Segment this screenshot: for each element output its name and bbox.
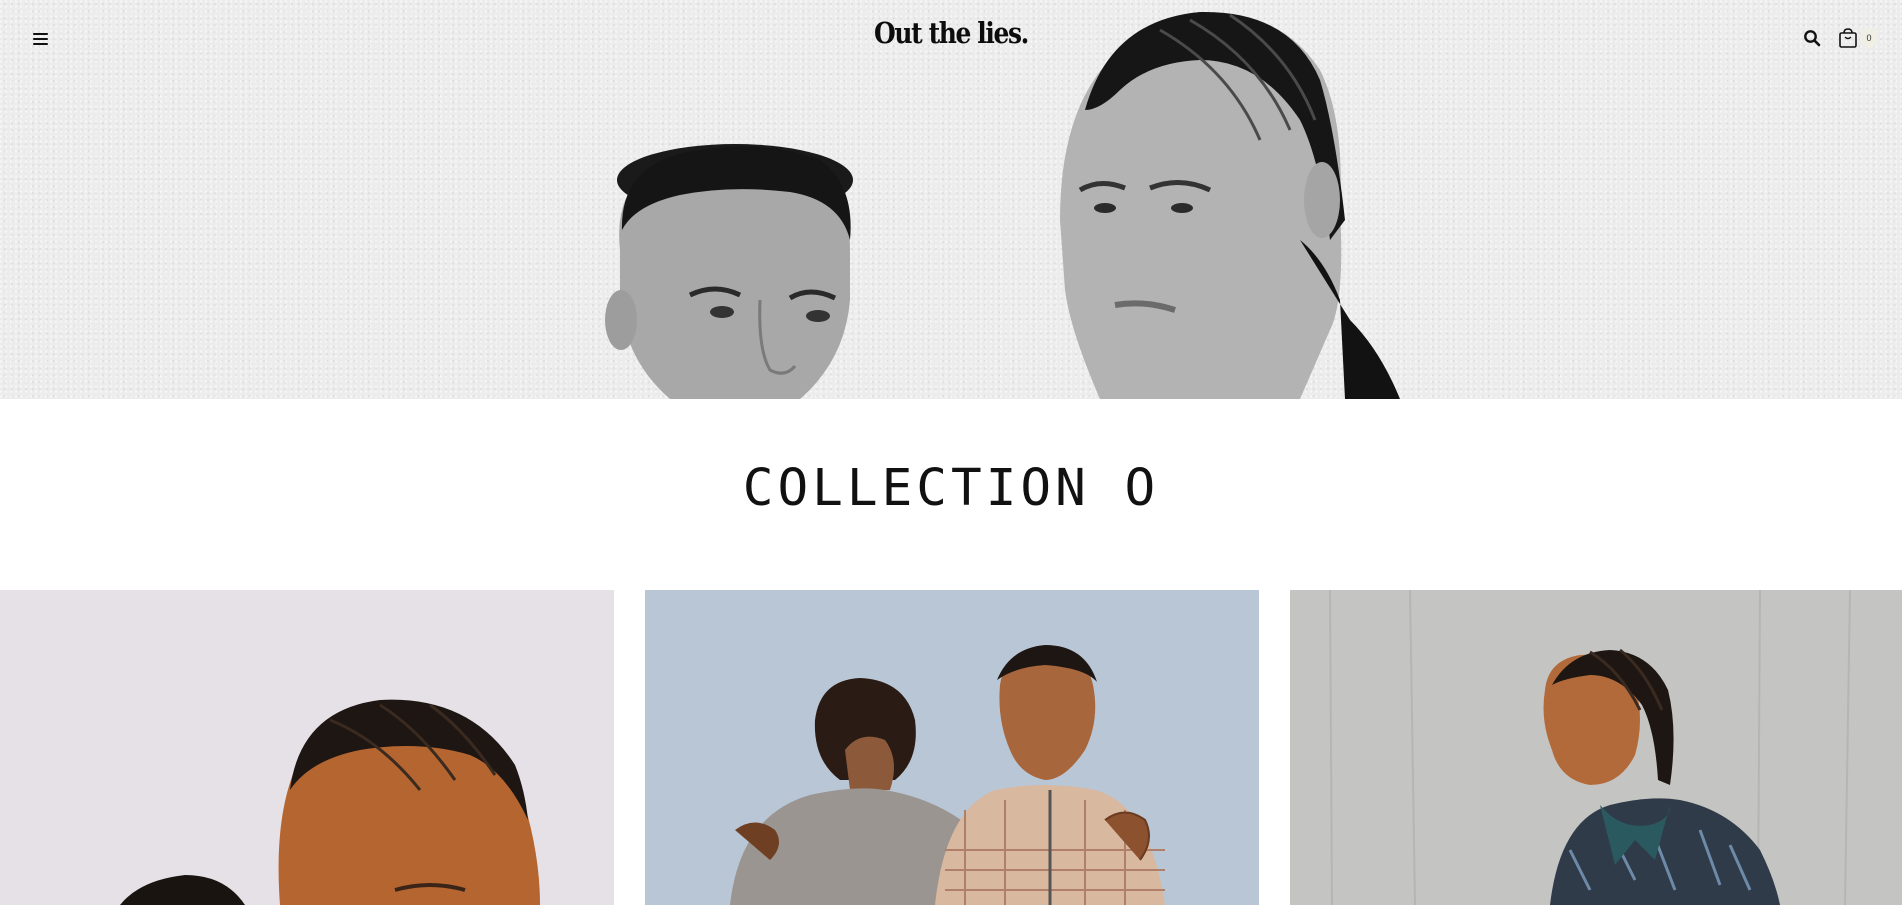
product-image (645, 590, 1259, 905)
product-image (0, 590, 614, 905)
collection-title: COLLECTION O (742, 459, 1160, 518)
site-logo[interactable]: Out the lies. (133, 16, 1769, 50)
cart-count-badge[interactable]: 0 (1860, 28, 1878, 48)
search-icon[interactable] (1803, 29, 1821, 47)
shopping-bag-icon[interactable] (1837, 27, 1859, 49)
site-header: Out the lies. 0 (0, 0, 1902, 78)
hamburger-menu-icon[interactable] (31, 29, 51, 47)
product-card[interactable] (0, 590, 614, 905)
product-card[interactable] (645, 590, 1259, 905)
hero-model-left (605, 144, 853, 399)
product-image (1290, 590, 1902, 905)
product-card[interactable] (1290, 590, 1902, 905)
